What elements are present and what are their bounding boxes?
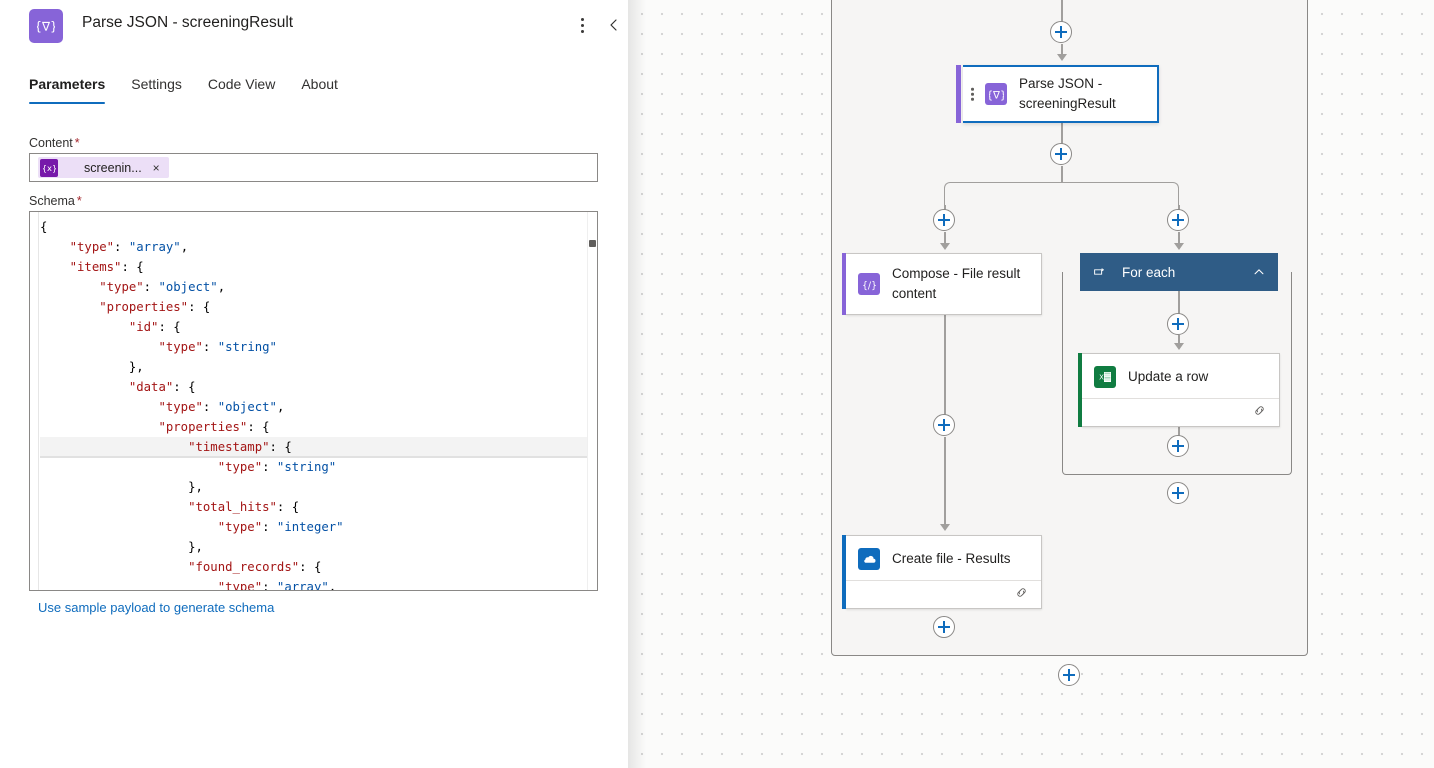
node-for-each-header[interactable]: For each [1080, 253, 1278, 291]
code-line: }, [40, 360, 144, 374]
scrollbar-thumb[interactable] [589, 240, 596, 247]
code-line: "type": "array", [69, 240, 189, 254]
code-line: }, [40, 540, 203, 554]
code-line: { [40, 220, 48, 234]
code-line: "type": "object", [158, 400, 285, 414]
edge-arrow-compose [940, 243, 950, 250]
add-step-button-left-branch[interactable] [933, 209, 955, 231]
panel-header: {∇} Parse JSON - screeningResult [0, 0, 628, 52]
code-line: }, [40, 480, 203, 494]
page-title: Parse JSON - screeningResult [82, 14, 293, 32]
edge-top-2 [1061, 44, 1063, 58]
code-line: "type": "integer" [217, 520, 344, 534]
add-step-button-bottom[interactable] [1058, 664, 1080, 686]
required-marker: * [74, 136, 80, 150]
code-line: "id": { [128, 320, 181, 334]
svg-text:{∇}: {∇} [37, 20, 55, 34]
loop-icon [1092, 265, 1110, 279]
close-icon[interactable]: × [148, 162, 165, 174]
onedrive-icon [858, 548, 880, 570]
parse-json-icon: {∇} [985, 83, 1007, 105]
edge-branch-right-corner [1061, 182, 1179, 206]
svg-text:{/}: {/} [862, 280, 877, 291]
add-step-button-right-branch[interactable] [1167, 209, 1189, 231]
schema-code[interactable]: { "type": "array", "items": { "type": "o… [40, 217, 587, 591]
editor-gutter [30, 212, 39, 590]
node-label: Compose - File result content [892, 266, 1021, 301]
content-input[interactable]: {x} screenin... × [29, 153, 598, 182]
link-icon[interactable] [1252, 403, 1267, 423]
code-line: "properties": { [158, 420, 270, 434]
code-line: "properties": { [99, 300, 211, 314]
panel-title-action: Parse JSON - [82, 14, 182, 31]
chevron-left-icon[interactable] [601, 11, 627, 39]
workflow-canvas[interactable]: {∇} Parse JSON - screeningResult {/} [628, 0, 1434, 768]
code-line: "found_records": { [188, 560, 322, 574]
code-line: "data": { [128, 380, 196, 394]
edge-parse-down-2 [1061, 166, 1063, 182]
code-line: "items": { [69, 260, 144, 274]
token-label: screenin... [84, 160, 142, 175]
code-line: "type": "string" [217, 460, 337, 474]
panel-tabs[interactable]: Parameters Settings Code View About [29, 76, 351, 110]
edge-foreach-down [1178, 291, 1180, 314]
code-line: "type": "object", [99, 280, 226, 294]
node-accent-bar [842, 253, 846, 315]
add-step-button-after-parse[interactable] [1050, 143, 1072, 165]
content-field-label: Content * [29, 136, 80, 150]
schema-scrollbar[interactable] [587, 212, 597, 590]
code-line: "timestamp": { [40, 437, 587, 457]
expression-token-icon: {x} [40, 158, 58, 177]
tab-parameters[interactable]: Parameters [29, 76, 118, 104]
add-step-button-in-foreach-top[interactable] [1167, 313, 1189, 335]
code-line: "type": "array", [217, 580, 337, 591]
svg-text:{∇}: {∇} [989, 89, 1004, 101]
more-vertical-icon[interactable] [570, 12, 594, 38]
svg-text:X: X [1099, 374, 1104, 382]
tab-code-view[interactable]: Code View [195, 76, 288, 104]
node-footer [1082, 398, 1279, 426]
node-drag-handle[interactable] [971, 87, 974, 101]
node-label: For each [1122, 264, 1176, 280]
use-sample-payload-link[interactable]: Use sample payload to generate schema [38, 600, 274, 615]
svg-text:{x}: {x} [43, 163, 56, 173]
node-label: Create file - Results [892, 551, 1011, 566]
add-step-button-after-foreach[interactable] [1167, 482, 1189, 504]
node-compose[interactable]: {/} Compose - File result content [842, 253, 1042, 315]
node-label: Parse JSON - screeningResult [1019, 76, 1116, 111]
add-step-button-after-createfile[interactable] [933, 616, 955, 638]
edge-compose-down [944, 315, 946, 415]
edge-arrow-createfile [940, 524, 950, 531]
edge-arrow-updaterow [1174, 343, 1184, 350]
add-step-button-after-compose[interactable] [933, 414, 955, 436]
code-line: "total_hits": { [188, 500, 300, 514]
edge-branch-left-corner [944, 182, 1062, 206]
node-parse-json[interactable]: {∇} Parse JSON - screeningResult [956, 65, 1159, 123]
node-update-a-row[interactable]: X Update a row [1078, 353, 1280, 427]
parse-json-icon: {∇} [29, 9, 63, 43]
dynamic-content-token[interactable]: {x} screenin... × [38, 157, 169, 178]
compose-icon: {/} [858, 273, 880, 295]
panel-title-name: screeningResult [181, 14, 294, 31]
edge-arrow-foreach [1174, 243, 1184, 250]
tab-about[interactable]: About [288, 76, 351, 104]
action-details-panel: {∇} Parse JSON - screeningResult Paramet… [0, 0, 628, 768]
tab-settings[interactable]: Settings [118, 76, 195, 104]
add-step-button-top[interactable] [1050, 21, 1072, 43]
schema-field-label: Schema * [29, 194, 82, 208]
chevron-up-icon[interactable] [1252, 265, 1266, 279]
node-footer [846, 580, 1041, 608]
link-icon[interactable] [1014, 585, 1029, 605]
excel-icon: X [1094, 366, 1116, 388]
code-line: "type": "string" [158, 340, 277, 354]
add-step-button-in-foreach-bottom[interactable] [1167, 435, 1189, 457]
node-accent-bar [956, 65, 961, 123]
edge-compose-down-2 [944, 437, 946, 525]
required-marker: * [76, 194, 82, 208]
node-create-file[interactable]: Create file - Results [842, 535, 1042, 609]
schema-editor[interactable]: { "type": "array", "items": { "type": "o… [29, 211, 598, 591]
node-label: Update a row [1128, 369, 1209, 384]
